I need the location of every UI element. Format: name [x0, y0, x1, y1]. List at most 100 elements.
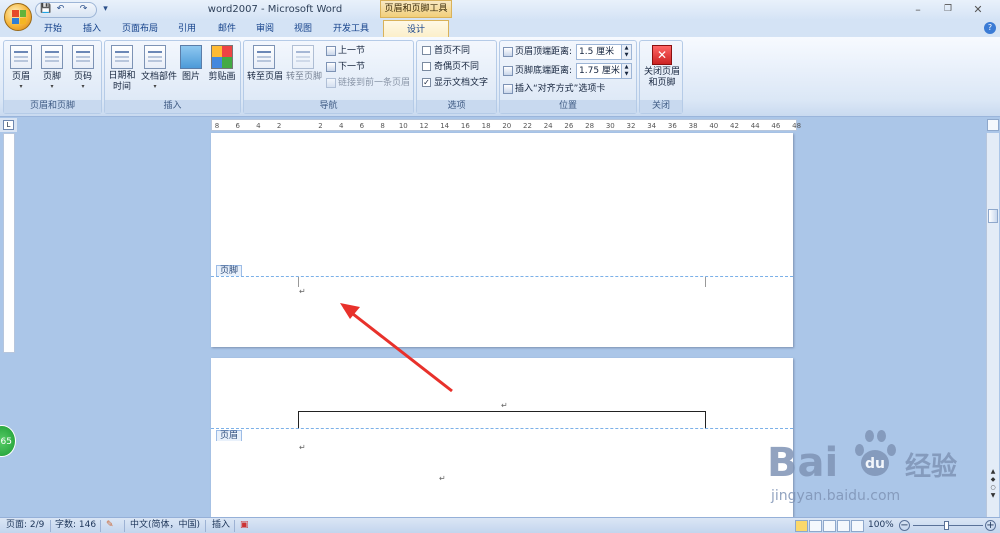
close-button[interactable]: ✕ [970, 3, 986, 16]
footer-paragraph-mark[interactable]: ↵ [299, 287, 306, 296]
group-options: 首页不同 奇偶页不同 ✓ 显示文档文字 选项 [416, 40, 497, 114]
body-paragraph-mark[interactable]: ↵ [299, 443, 306, 452]
tab-references[interactable]: 引用 [178, 22, 196, 36]
tab-review[interactable]: 审阅 [256, 22, 274, 36]
status-page[interactable]: 页面: 2/9 [6, 518, 44, 533]
picture-button[interactable]: 图片 [177, 45, 205, 83]
insert-alignment-tab-button[interactable]: 插入“对齐方式”选项卡 [503, 82, 605, 96]
page-number-label: 页码 [73, 72, 92, 82]
header-icon [10, 45, 32, 69]
macro-record-icon[interactable]: ▣ [240, 518, 249, 533]
browse-object-icons[interactable]: ▲ ◆ ○ ▼ [988, 468, 998, 500]
tab-insert[interactable]: 插入 [83, 22, 101, 36]
goto-header-button[interactable]: 转至页眉 [247, 45, 283, 83]
header-top-distance-input[interactable]: 1.5 厘米 [576, 44, 622, 60]
group-header-footer: 页眉 ▾ 页脚 ▾ 页码 ▾ 页眉和页脚 [3, 40, 102, 114]
scroll-thumb[interactable] [988, 209, 998, 223]
print-layout-view-icon[interactable] [795, 520, 808, 532]
body-paragraph-mark-2[interactable]: ↵ [439, 474, 446, 483]
draft-view-icon[interactable] [851, 520, 864, 532]
different-odd-even-checkbox[interactable]: 奇偶页不同 [422, 60, 479, 74]
ruler-tick: 30 [605, 122, 615, 130]
ruler-tick: 48 [792, 122, 802, 130]
group-position: 页眉顶端距离: 1.5 厘米 ▲ ▼ 页脚底端距离: 1.75 厘米 ▲ ▼ 插入“… [499, 40, 637, 114]
ruler-tick: 8 [380, 122, 385, 130]
status-language[interactable]: 中文(简体，中国) [130, 518, 200, 533]
alignment-tab-icon [503, 83, 513, 94]
ruler-tick: 46 [771, 122, 781, 130]
ruler-tick: 10 [398, 122, 408, 130]
paw-icon: du [847, 422, 902, 477]
context-tools-label: 页眉和页脚工具 [380, 0, 452, 18]
web-layout-icon[interactable] [823, 520, 836, 532]
checkbox[interactable] [422, 62, 431, 71]
tab-page-layout[interactable]: 页面布局 [122, 22, 158, 36]
page-number-button[interactable]: 页码 ▾ [69, 45, 97, 91]
ruler-toggle[interactable]: L [0, 118, 17, 132]
show-document-text-checkbox[interactable]: ✓ 显示文档文字 [422, 76, 488, 90]
checkbox-checked[interactable]: ✓ [422, 78, 431, 87]
tab-selector-icon[interactable]: L [3, 120, 14, 130]
datetime-button[interactable]: 日期和 时间 [108, 45, 136, 93]
footer-bottom-spinner[interactable]: ▲ ▼ [622, 63, 632, 79]
ruler-tick: 2 [276, 122, 282, 130]
tab-mailings[interactable]: 邮件 [218, 22, 236, 36]
next-section-button[interactable]: 下一节 [326, 60, 365, 74]
link-to-previous-button[interactable]: 链接到前一条页眉 [326, 76, 410, 90]
different-first-page-checkbox[interactable]: 首页不同 [422, 44, 470, 58]
zoom-out-button[interactable]: − [899, 520, 910, 531]
tab-developer[interactable]: 开发工具 [333, 22, 369, 36]
group-label: 位置 [500, 100, 636, 113]
page-1[interactable] [211, 133, 793, 347]
office-button[interactable] [4, 3, 32, 31]
vertical-ruler[interactable] [3, 133, 15, 353]
ruler-tick: 6 [235, 122, 240, 130]
ruler-tick: 42 [730, 122, 739, 130]
datetime-label: 日期和 时间 [108, 71, 136, 92]
close-header-footer-button[interactable]: ✕ 关闭页眉 和页脚 [641, 45, 683, 89]
proofing-icon[interactable]: ✎ [106, 518, 114, 533]
status-word-count[interactable]: 字数: 146 [55, 518, 96, 533]
window-title: word2007 - Microsoft Word [207, 4, 343, 15]
clipart-button[interactable]: 剪贴画 [208, 45, 236, 83]
status-insert-mode[interactable]: 插入 [212, 518, 230, 533]
previous-section-button[interactable]: 上一节 [326, 44, 365, 58]
group-label: 选项 [417, 100, 496, 113]
header-button[interactable]: 页眉 ▾ [7, 45, 35, 91]
goto-footer-button[interactable]: 转至页脚 [286, 45, 322, 83]
tab-design[interactable]: 设计 [383, 20, 449, 38]
help-icon[interactable]: ? [984, 22, 996, 34]
footer-button[interactable]: 页脚 ▾ [38, 45, 66, 91]
quick-parts-button[interactable]: 文档部件 ▾ [141, 45, 177, 91]
ruler-tick: 38 [688, 122, 698, 130]
ruler-tick: 40 [709, 122, 719, 130]
footer-bottom-distance-label: 页脚底端距离: [503, 64, 572, 78]
page-2[interactable] [211, 358, 793, 517]
header-top-spinner[interactable]: ▲ ▼ [622, 44, 632, 60]
ruler-tick: 16 [460, 122, 470, 130]
group-label: 插入 [105, 100, 240, 113]
checkbox[interactable] [422, 46, 431, 55]
clipart-label: 剪贴画 [208, 72, 236, 82]
full-screen-reading-icon[interactable] [809, 520, 822, 532]
header-tag: 页眉 [216, 430, 243, 441]
minimize-button[interactable]: – [910, 3, 926, 16]
floating-badge[interactable]: 65 [0, 425, 16, 457]
view-ruler-icon[interactable] [987, 119, 999, 131]
footer-bottom-distance-input[interactable]: 1.75 厘米 [576, 63, 622, 79]
annotation-arrow [340, 303, 453, 393]
outline-view-icon[interactable] [837, 520, 850, 532]
ruler-tick: 26 [564, 122, 574, 130]
zoom-in-button[interactable]: + [985, 520, 996, 531]
header-paragraph-mark[interactable]: ↵ [501, 401, 508, 410]
tab-view[interactable]: 视图 [294, 22, 312, 36]
ruler-tick: 4 [256, 122, 261, 130]
header-position-icon [503, 46, 513, 57]
zoom-slider-thumb[interactable] [944, 521, 949, 530]
zoom-level[interactable]: 100% [868, 518, 894, 533]
tab-home[interactable]: 开始 [44, 22, 62, 36]
vertical-scrollbar[interactable]: ▲ ◆ ○ ▼ [986, 133, 999, 517]
footer-tag: 页脚 [216, 265, 243, 276]
horizontal-ruler[interactable]: 8 6 4 2 2 4 6 8 10 12 14 16 18 20 22 24 26 28 30 32 34 36 38 40… [211, 119, 801, 131]
restore-button[interactable]: ❐ [940, 3, 956, 16]
